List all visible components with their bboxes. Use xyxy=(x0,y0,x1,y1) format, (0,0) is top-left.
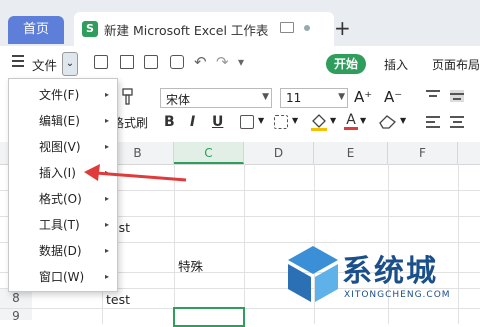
font-color-letter: A xyxy=(346,112,356,128)
undo-icon[interactable]: ↶ xyxy=(194,53,207,71)
document-title: 新建 Microsoft Excel 工作表 xyxy=(104,23,269,38)
watermark-text: 系统城 xyxy=(342,254,438,289)
column-header-f[interactable]: F xyxy=(388,142,458,164)
export-icon[interactable] xyxy=(120,55,134,69)
chevron-down-icon[interactable]: ▼ xyxy=(400,116,406,125)
eraser-icon[interactable] xyxy=(378,113,398,129)
tab-page-layout[interactable]: 页面布局 xyxy=(432,56,480,73)
monitor-icon[interactable] xyxy=(280,22,294,33)
chevron-right-icon: ▸ xyxy=(105,90,110,99)
spreadsheet-icon: S xyxy=(82,21,98,37)
new-tab-button[interactable]: + xyxy=(334,16,351,40)
menu-item-label: 视图(V) xyxy=(39,140,81,154)
print-preview-icon[interactable] xyxy=(170,55,184,69)
menu-item-label: 编辑(E) xyxy=(39,114,80,128)
watermark-logo-icon xyxy=(288,246,338,302)
cell-b-text[interactable]: test xyxy=(106,292,130,307)
menu-item-view[interactable]: 视图(V) ▸ xyxy=(9,134,117,160)
menu-item-edit[interactable]: 编辑(E) ▸ xyxy=(9,108,117,134)
chevron-down-icon[interactable]: ⌄ xyxy=(62,52,78,76)
menu-item-window[interactable]: 窗口(W) ▸ xyxy=(9,264,117,290)
merge-cells-icon[interactable] xyxy=(274,115,288,129)
menu-item-label: 格式(O) xyxy=(39,192,82,206)
align-top-icon[interactable] xyxy=(426,90,440,97)
chevron-right-icon: ▸ xyxy=(105,142,110,151)
font-name-value: 宋体 xyxy=(166,93,191,107)
underline-button[interactable]: U xyxy=(212,114,223,130)
tab-insert[interactable]: 插入 xyxy=(384,56,408,73)
menu-item-tools[interactable]: 工具(T) ▸ xyxy=(9,212,117,238)
tab-bar: 首页 S 新建 Microsoft Excel 工作表 + xyxy=(0,0,480,46)
chevron-right-icon: ▸ xyxy=(105,220,110,229)
font-size-select[interactable]: 11 ▼ xyxy=(280,88,348,108)
menu-item-data[interactable]: 数据(D) ▸ xyxy=(9,238,117,264)
hamburger-menu-icon[interactable] xyxy=(12,55,24,70)
align-middle-icon[interactable] xyxy=(450,90,464,102)
chevron-down-icon: ▼ xyxy=(338,92,345,102)
decrease-font-size-button[interactable]: A⁻ xyxy=(384,88,402,106)
column-gridline xyxy=(244,164,245,324)
align-left-icon[interactable] xyxy=(426,116,440,128)
font-color-button[interactable]: A xyxy=(344,112,358,130)
font-size-value: 11 xyxy=(286,91,302,105)
column-header-d[interactable]: D xyxy=(244,142,314,164)
menu-item-label: 文件(F) xyxy=(39,88,80,102)
watermark-url: XITONGCHENG.COM xyxy=(344,290,451,300)
menu-item-label: 数据(D) xyxy=(39,244,82,258)
chevron-down-icon[interactable]: ▼ xyxy=(292,116,298,125)
unsaved-dot-icon xyxy=(304,25,310,31)
chevron-right-icon: ▸ xyxy=(105,246,110,255)
chevron-right-icon: ▸ xyxy=(105,272,110,281)
redo-icon[interactable]: ↷ xyxy=(216,53,229,71)
font-name-select[interactable]: 宋体 ▼ xyxy=(160,88,272,108)
menu-item-label: 插入(I) xyxy=(39,166,76,180)
column-gridline xyxy=(458,164,459,324)
row-header-9[interactable]: 9 xyxy=(0,309,32,323)
chevron-right-icon: ▸ xyxy=(105,116,110,125)
more-icon[interactable]: ▾ xyxy=(238,55,244,69)
chevron-down-icon[interactable]: ▼ xyxy=(330,116,336,125)
tab-start[interactable]: 开始 xyxy=(326,54,366,74)
format-painter-icon[interactable] xyxy=(118,88,136,106)
tab-home[interactable]: 首页 xyxy=(8,16,64,44)
italic-button[interactable]: I xyxy=(190,114,195,130)
bold-button[interactable]: B xyxy=(164,114,175,130)
column-header-e[interactable]: E xyxy=(314,142,388,164)
chevron-down-icon: ▼ xyxy=(262,92,269,102)
menu-item-file[interactable]: 文件(F) ▸ xyxy=(9,82,117,108)
align-center-icon[interactable] xyxy=(450,116,464,128)
cell-c-text[interactable]: 特殊 xyxy=(178,256,203,275)
chevron-down-icon[interactable]: ▼ xyxy=(258,116,264,125)
menu-item-label: 窗口(W) xyxy=(39,270,85,284)
column-gridline xyxy=(388,164,389,324)
tab-document[interactable]: S 新建 Microsoft Excel 工作表 xyxy=(74,12,334,46)
increase-font-size-button[interactable]: A⁺ xyxy=(354,88,372,106)
fill-color-icon[interactable] xyxy=(310,112,328,132)
print-icon[interactable] xyxy=(144,55,158,69)
file-menu-button[interactable]: 文件 xyxy=(32,55,57,74)
save-icon[interactable] xyxy=(94,55,108,69)
menu-item-label: 工具(T) xyxy=(39,218,80,232)
red-arrow-annotation xyxy=(84,164,187,182)
selected-cell[interactable] xyxy=(173,307,245,327)
chevron-down-icon[interactable]: ▼ xyxy=(360,116,366,125)
borders-icon[interactable] xyxy=(240,115,254,129)
